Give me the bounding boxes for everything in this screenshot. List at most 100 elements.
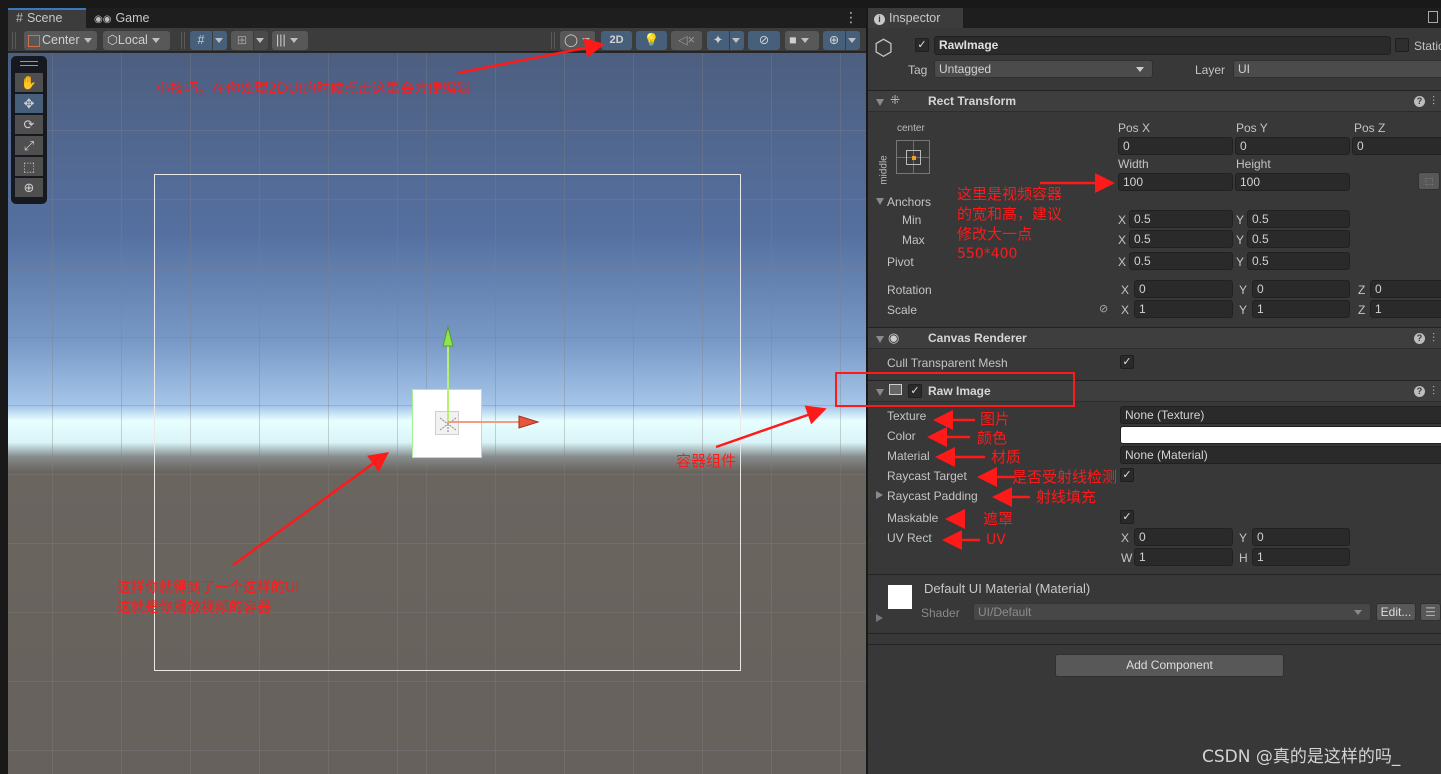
transform-tool-button[interactable]: ⊕ <box>15 178 43 197</box>
width-field[interactable]: 100 <box>1118 173 1233 191</box>
foldout-icon[interactable] <box>876 336 884 343</box>
toggle-2d-button[interactable]: 2D <box>601 31 632 50</box>
divider <box>868 633 1441 634</box>
anchor-max-y-field[interactable]: 0.5 <box>1247 230 1350 248</box>
maskable-checkbox[interactable]: ✓ <box>1120 510 1134 524</box>
raw-image-enabled-checkbox[interactable]: ✓ <box>908 384 922 398</box>
gizmos-dropdown[interactable] <box>846 31 860 50</box>
tab-inspector[interactable]: i Inspector <box>868 8 963 28</box>
uv-x-field[interactable]: 0 <box>1134 528 1233 546</box>
anchors-foldout-icon[interactable] <box>876 198 884 205</box>
uv-h-field[interactable]: 1 <box>1252 548 1350 566</box>
pos-y-field[interactable]: 0 <box>1235 137 1350 155</box>
anchor-max-x-field[interactable]: 0.5 <box>1129 230 1233 248</box>
help-icon[interactable]: ? <box>1414 333 1425 344</box>
grid-snap-dropdown[interactable] <box>213 31 227 50</box>
pivot-x-field[interactable]: 0.5 <box>1129 252 1233 270</box>
scene-visibility-toggle[interactable]: ⊘ <box>748 31 780 50</box>
material-foldout-icon[interactable] <box>876 614 883 622</box>
layer-dropdown[interactable]: UI <box>1233 60 1441 78</box>
settings-sliders-icon[interactable]: ⫶ <box>1432 384 1435 399</box>
incremental-snap-toggle[interactable]: ⊞ <box>231 31 253 50</box>
anchor-min-x-field[interactable]: 0.5 <box>1129 210 1233 228</box>
more-options-icon[interactable]: ⋮ <box>844 9 858 25</box>
cull-transparent-mesh-checkbox[interactable]: ✓ <box>1120 355 1134 369</box>
note-size-line4: 550*400 <box>957 246 1018 262</box>
pivot-y-field[interactable]: 0.5 <box>1247 252 1350 270</box>
rotation-y-field[interactable]: 0 <box>1252 280 1350 298</box>
toolbar-grip[interactable] <box>12 32 16 49</box>
gameobject-cube-icon[interactable]: ⬡ <box>874 36 893 60</box>
uv-w-field[interactable]: 1 <box>1134 548 1233 566</box>
grid-snap-icon: # <box>197 33 205 47</box>
tools-grip[interactable] <box>20 61 38 66</box>
color-swatch[interactable] <box>1120 426 1441 444</box>
draw-mode-dropdown[interactable]: ◯ <box>560 31 595 50</box>
divider <box>868 574 1441 575</box>
add-component-button[interactable]: Add Component <box>1055 654 1284 677</box>
note-raycast-padding: 射线填充 <box>1036 488 1097 506</box>
shader-options-icon[interactable]: ☰ <box>1420 603 1441 621</box>
scale-tool-button[interactable]: ⤢ <box>15 136 43 155</box>
gamepad-icon: ◉◉ <box>94 14 112 25</box>
chevron-down-icon <box>848 38 856 44</box>
foldout-icon[interactable] <box>876 389 884 396</box>
move-y-arrow-icon[interactable] <box>442 325 454 347</box>
audio-toggle[interactable]: ◁× <box>671 31 702 50</box>
static-checkbox[interactable] <box>1395 38 1409 52</box>
shader-dropdown[interactable]: UI/Default <box>973 603 1371 621</box>
anchor-presets-button[interactable] <box>896 140 930 174</box>
object-name-field[interactable]: RawImage <box>934 36 1391 55</box>
pos-z-field[interactable]: 0 <box>1352 137 1441 155</box>
constrain-proportions-icon[interactable]: ⊘ <box>1099 302 1108 315</box>
edit-shader-button[interactable]: Edit... <box>1376 603 1416 621</box>
help-icon[interactable]: ? <box>1414 386 1425 397</box>
scene-viewport[interactable]: ✋ ✥ ⟳ ⤢ ⬚ ⊕ <box>8 53 866 774</box>
pivot-mode-dropdown[interactable]: Center <box>24 31 97 50</box>
texture-object-field[interactable]: None (Texture) <box>1120 406 1441 424</box>
height-field[interactable]: 100 <box>1235 173 1350 191</box>
pivot-rotation-dropdown[interactable]: ⬡Local <box>103 31 170 50</box>
material-preview-thumbnail[interactable] <box>888 585 912 609</box>
foldout-icon[interactable] <box>876 99 884 106</box>
scale-y-field[interactable]: 1 <box>1252 300 1350 318</box>
active-checkbox[interactable]: ✓ <box>915 38 929 52</box>
incremental-snap-dropdown[interactable] <box>254 31 268 50</box>
rotate-tool-button[interactable]: ⟳ <box>15 115 43 134</box>
gizmos-toggle[interactable]: ⊕ <box>823 31 845 50</box>
move-tool-button[interactable]: ✥ <box>15 94 43 113</box>
rect-tool-button[interactable]: ⬚ <box>15 157 43 176</box>
rotation-z-field[interactable]: 0 <box>1370 280 1441 298</box>
lock-icon[interactable] <box>1428 11 1438 23</box>
tab-scene[interactable]: # Scene <box>8 8 86 28</box>
anchor-min-y-field[interactable]: 0.5 <box>1247 210 1350 228</box>
scale-x-field[interactable]: 1 <box>1134 300 1233 318</box>
settings-sliders-icon[interactable]: ⫶ <box>1432 94 1435 109</box>
hand-tool-button[interactable]: ✋ <box>15 73 43 92</box>
grid-snap-toggle[interactable]: # <box>190 31 212 50</box>
camera-dropdown[interactable]: ■ <box>785 31 819 50</box>
move-gizmo[interactable] <box>8 53 866 774</box>
uv-y-field[interactable]: 0 <box>1252 528 1350 546</box>
move-x-arrow-icon[interactable] <box>518 415 540 429</box>
raycast-padding-foldout-icon[interactable] <box>876 491 883 499</box>
material-object-field[interactable]: None (Material) <box>1120 446 1441 464</box>
tab-game[interactable]: ◉◉ Game <box>86 8 156 28</box>
lighting-toggle[interactable]: 💡 <box>636 31 667 50</box>
raw-image-header[interactable]: ✓ Raw Image ? ⫶ <box>868 380 1441 402</box>
ruler-snap-dropdown[interactable]: ||| <box>272 31 308 50</box>
rotation-x-field[interactable]: 0 <box>1134 280 1233 298</box>
settings-sliders-icon[interactable]: ⫶ <box>1432 331 1435 346</box>
raycast-target-checkbox[interactable]: ✓ <box>1120 468 1134 482</box>
tag-dropdown[interactable]: Untagged <box>934 60 1153 78</box>
rect-transform-header[interactable]: ⁜ Rect Transform ? ⫶ <box>868 90 1441 112</box>
effects-dropdown[interactable] <box>730 31 744 50</box>
effects-toggle[interactable]: ✦ <box>707 31 729 50</box>
raycast-padding-label[interactable]: Raycast Padding <box>887 488 978 504</box>
canvas-renderer-header[interactable]: ◉ Canvas Renderer ? ⫶ <box>868 327 1441 349</box>
help-icon[interactable]: ? <box>1414 96 1425 107</box>
raw-edit-mode-button[interactable]: ⬚ <box>1418 172 1440 190</box>
pos-x-field[interactable]: 0 <box>1118 137 1233 155</box>
anchors-label[interactable]: Anchors <box>887 194 931 210</box>
scale-z-field[interactable]: 1 <box>1370 300 1441 318</box>
